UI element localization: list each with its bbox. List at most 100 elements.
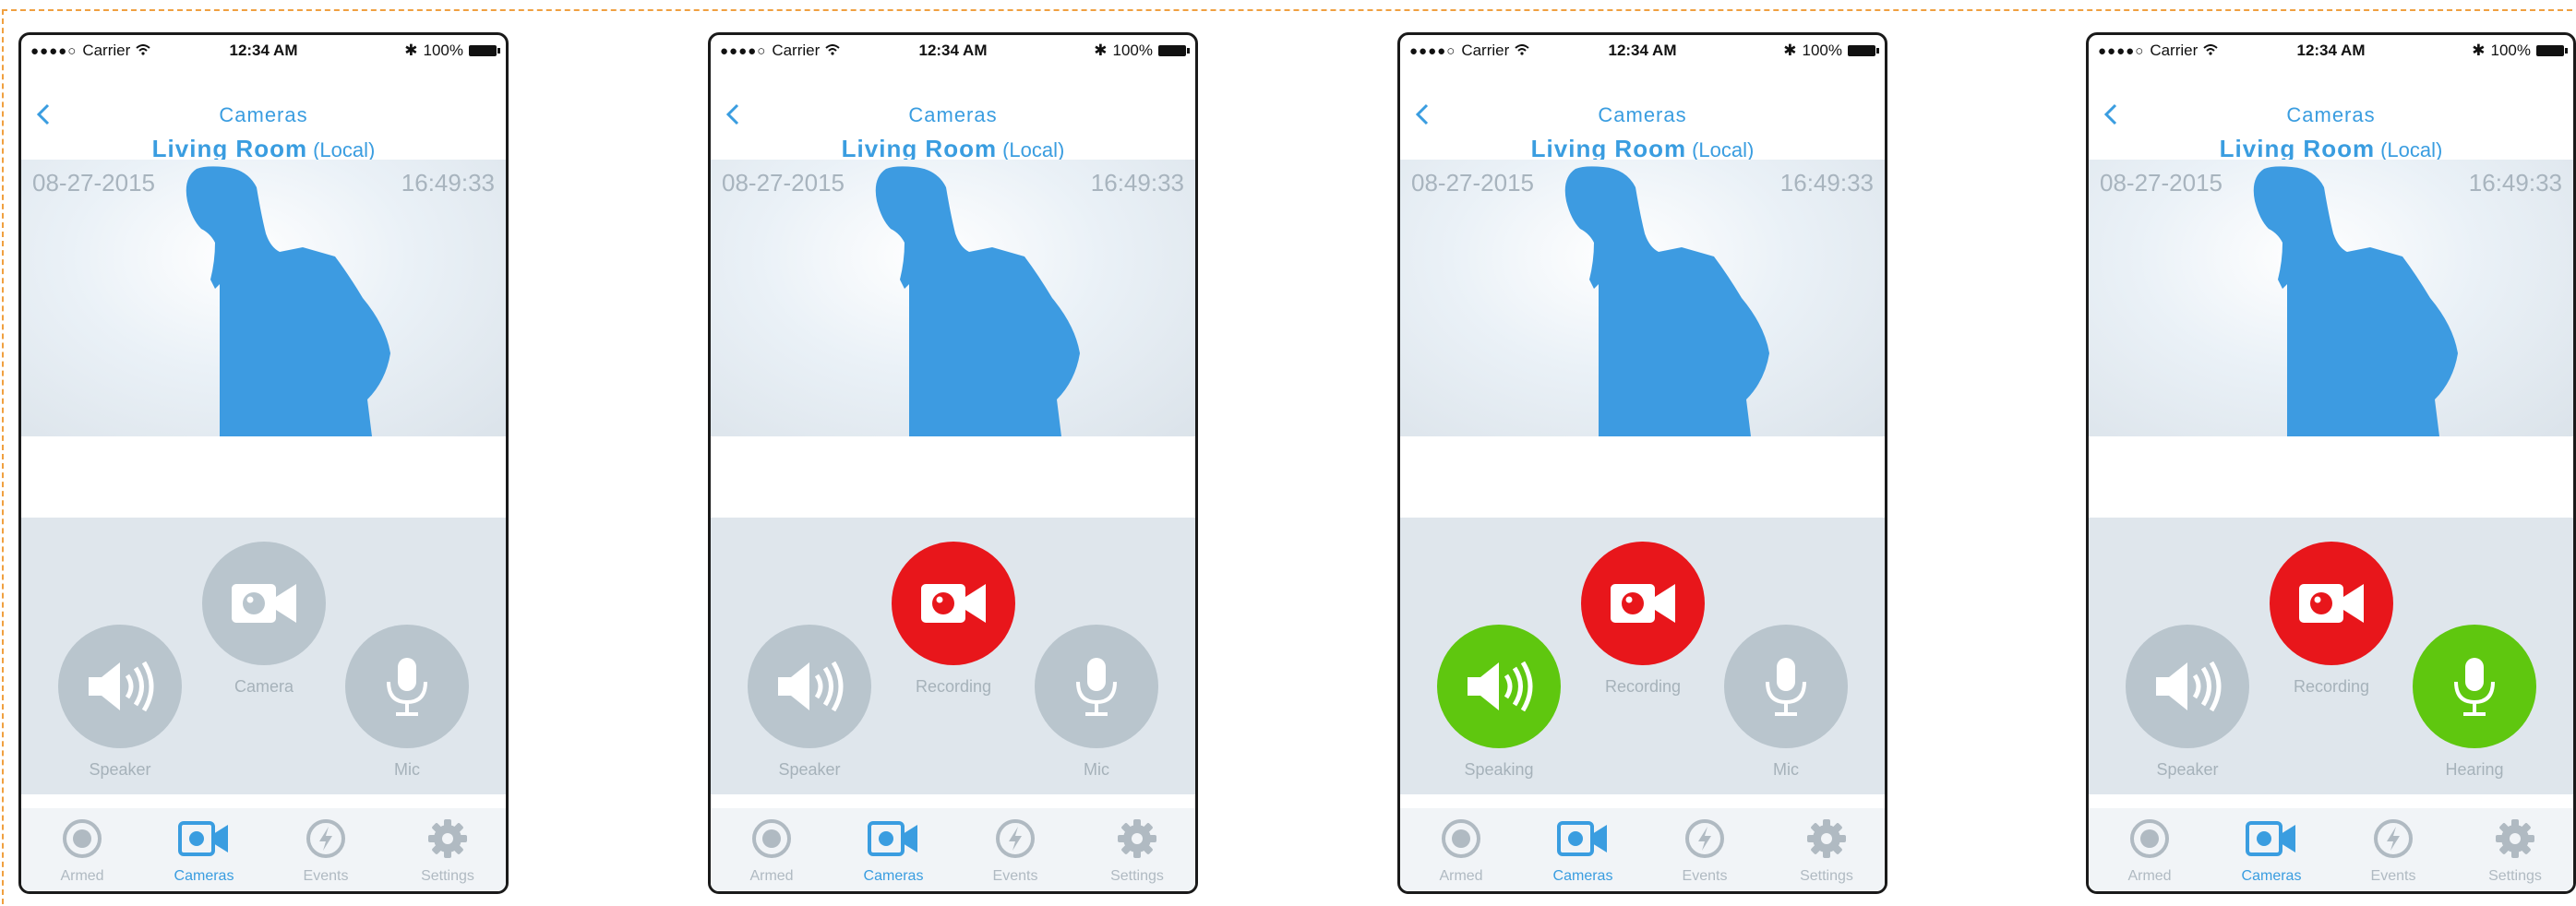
camera-label: Recording	[1604, 677, 1682, 696]
tab-cameras[interactable]: Cameras	[2225, 817, 2318, 885]
spacer	[711, 436, 1195, 518]
speaker-icon	[778, 661, 844, 712]
bluetooth-icon: ✱	[2472, 42, 2486, 59]
speaker-icon	[2156, 661, 2222, 712]
speaker-label: Speaker	[778, 760, 841, 779]
tab-events[interactable]: Events	[969, 817, 1061, 885]
nav-title: Cameras	[2286, 103, 2376, 126]
microphone-icon	[387, 658, 427, 716]
tab-bar: Armed Cameras Events Settings	[2089, 808, 2573, 891]
nav-bar: Cameras Living Room (Local)	[2089, 66, 2573, 179]
video-camera-icon	[178, 821, 228, 856]
tab-events[interactable]: Events	[280, 817, 372, 885]
speaker-button[interactable]	[748, 625, 871, 748]
battery-icon	[1848, 45, 1879, 56]
tab-cameras[interactable]: Cameras	[158, 817, 250, 885]
camera-feed[interactable]: 08-27-2015 16:49:33	[2089, 160, 2573, 436]
lightning-icon	[1685, 819, 1724, 858]
controls-panel: Camera Speaker Mic	[21, 518, 506, 794]
camera-feed[interactable]: 08-27-2015 16:49:33	[1400, 160, 1885, 436]
feed-time: 16:49:33	[1779, 169, 1874, 197]
tab-bar: Armed Cameras Events Settings	[1400, 808, 1885, 891]
mic-label: Hearing	[2445, 760, 2504, 779]
feed-date: 08-27-2015	[2100, 169, 2223, 197]
speaker-label: Speaker	[89, 760, 151, 779]
person-silhouette	[2253, 166, 2458, 436]
shield-icon	[63, 819, 102, 858]
lightning-icon	[996, 819, 1035, 858]
mic-label: Mic	[1084, 760, 1109, 779]
lightning-icon	[2374, 819, 2413, 858]
tab-bar: Armed Cameras Events Settings	[711, 808, 1195, 891]
mic-label: Mic	[394, 760, 420, 779]
battery-label: 100%	[1112, 42, 1153, 59]
status-bar: ●●●●○ Carrier 12:34 AM ✱ 100%	[1400, 35, 1885, 66]
tab-events[interactable]: Events	[1659, 817, 1751, 885]
tab-armed[interactable]: Armed	[2103, 817, 2196, 885]
microphone-icon	[1076, 658, 1117, 716]
tab-settings[interactable]: Settings	[401, 817, 494, 885]
mic-button[interactable]	[345, 625, 469, 748]
nav-title: Cameras	[219, 103, 308, 126]
feed-time: 16:49:33	[2468, 169, 2562, 197]
nav-bar: Cameras Living Room (Local)	[21, 66, 506, 179]
mic-label: Mic	[1773, 760, 1799, 779]
bluetooth-icon: ✱	[1094, 42, 1108, 59]
tab-armed[interactable]: Armed	[1415, 817, 1507, 885]
record-button[interactable]	[892, 542, 1015, 665]
video-camera-icon	[868, 821, 917, 856]
record-button[interactable]	[1581, 542, 1705, 665]
battery-icon	[2536, 45, 2568, 56]
tab-cameras[interactable]: Cameras	[847, 817, 940, 885]
record-button[interactable]	[2270, 542, 2393, 665]
tab-settings[interactable]: Settings	[2469, 817, 2561, 885]
phone-screen-1: ●●●●○ Carrier 12:34 AM ✱ 100% Cameras Livi…	[18, 32, 509, 894]
nav-bar: Cameras Living Room (Local)	[711, 66, 1195, 179]
speaker-button[interactable]	[1437, 625, 1561, 748]
tab-armed[interactable]: Armed	[36, 817, 128, 885]
tab-cameras[interactable]: Cameras	[1537, 817, 1629, 885]
tab-settings[interactable]: Settings	[1780, 817, 1873, 885]
camera-feed[interactable]: 08-27-2015 16:49:33	[21, 160, 506, 436]
controls-panel: Recording Speaker Mic	[711, 518, 1195, 794]
tab-bar: Armed Cameras Events Settings	[21, 808, 506, 891]
speaker-icon	[1468, 661, 1533, 712]
phone-screen-4: ●●●●○ Carrier 12:34 AM ✱ 100% Cameras Livi…	[2086, 32, 2576, 894]
tab-events[interactable]: Events	[2347, 817, 2439, 885]
tab-settings[interactable]: Settings	[1091, 817, 1183, 885]
status-bar: ●●●●○ Carrier 12:34 AM ✱ 100%	[711, 35, 1195, 66]
spacer	[21, 436, 506, 518]
bluetooth-icon: ✱	[1783, 42, 1797, 59]
lightning-icon	[306, 819, 345, 858]
microphone-icon	[2454, 658, 2495, 716]
video-camera-icon	[1557, 821, 1607, 856]
mic-button[interactable]	[1035, 625, 1158, 748]
connection-mode: (Local)	[1002, 138, 1065, 161]
connection-mode: (Local)	[2380, 138, 2443, 161]
feed-date: 08-27-2015	[1411, 169, 1534, 197]
nav-bar: Cameras Living Room (Local)	[1400, 66, 1885, 179]
nav-title: Cameras	[908, 103, 998, 126]
tab-armed[interactable]: Armed	[725, 817, 818, 885]
feed-time: 16:49:33	[401, 169, 495, 197]
speaker-button[interactable]	[2126, 625, 2249, 748]
controls-panel: Recording Speaker Hearing	[2089, 518, 2573, 794]
mic-button[interactable]	[2413, 625, 2536, 748]
video-camera-icon	[2299, 584, 2364, 623]
mic-button[interactable]	[1724, 625, 1848, 748]
spacer	[1400, 436, 1885, 518]
shield-icon	[1442, 819, 1480, 858]
speaker-icon	[89, 661, 154, 712]
camera-feed[interactable]: 08-27-2015 16:49:33	[711, 160, 1195, 436]
nav-title: Cameras	[1598, 103, 1687, 126]
status-bar: ●●●●○ Carrier 12:34 AM ✱ 100%	[21, 35, 506, 66]
connection-mode: (Local)	[313, 138, 376, 161]
battery-label: 100%	[423, 42, 463, 59]
video-camera-icon	[921, 584, 986, 623]
phone-screen-3: ●●●●○ Carrier 12:34 AM ✱ 100% Cameras Livi…	[1397, 32, 1887, 894]
speaker-button[interactable]	[58, 625, 182, 748]
video-camera-icon	[1611, 584, 1675, 623]
feed-date: 08-27-2015	[722, 169, 845, 197]
room-name: Living Room	[2219, 135, 2376, 162]
camera-button[interactable]	[202, 542, 326, 665]
